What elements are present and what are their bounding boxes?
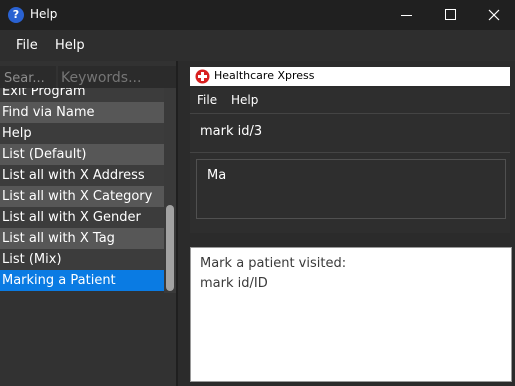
list-item-selected[interactable]: Marking a Patient bbox=[0, 270, 164, 291]
list-scrollbar-thumb[interactable] bbox=[166, 205, 174, 291]
list-item[interactable]: List (Default) bbox=[0, 144, 164, 165]
list-item[interactable]: List all with X Address bbox=[0, 165, 164, 186]
close-icon bbox=[488, 9, 500, 21]
maximize-button[interactable] bbox=[428, 0, 473, 30]
help-description-line: Mark a patient visited: bbox=[200, 256, 347, 271]
preview-menu-file: File bbox=[197, 93, 218, 107]
keywords-input[interactable] bbox=[58, 66, 176, 90]
search-input[interactable] bbox=[0, 66, 56, 90]
menu-help[interactable]: Help bbox=[55, 38, 85, 53]
list-item[interactable]: List all with X Category bbox=[0, 186, 164, 207]
help-description-box: Mark a patient visited: mark id/ID bbox=[190, 247, 512, 382]
preview-command-text: mark id/3 bbox=[200, 124, 263, 139]
command-list-pane: Exit Program Find via Name Help List (De… bbox=[0, 61, 176, 386]
list-item[interactable]: List all with X Tag bbox=[0, 228, 164, 249]
minimize-button[interactable] bbox=[384, 0, 429, 30]
close-button[interactable] bbox=[472, 0, 515, 30]
preview-menu-bar: File Help bbox=[190, 88, 510, 113]
list-item[interactable]: List (Mix) bbox=[0, 249, 164, 270]
help-app-icon: ? bbox=[8, 7, 24, 23]
list-item[interactable]: List all with X Gender bbox=[0, 207, 164, 228]
help-usage-line: mark id/ID bbox=[200, 276, 268, 291]
menu-bar: File Help bbox=[0, 30, 515, 61]
preview-menu-help: Help bbox=[231, 93, 259, 107]
preview-title-bar: Healthcare Xpress bbox=[190, 67, 510, 86]
red-cross-icon bbox=[195, 69, 210, 84]
list-item[interactable]: Exit Program bbox=[0, 88, 164, 102]
preview-result-box: Ma bbox=[196, 159, 506, 219]
list-item[interactable]: Find via Name bbox=[0, 102, 164, 123]
preview-result-text: Ma bbox=[207, 168, 227, 183]
list-item[interactable]: Help bbox=[0, 123, 164, 144]
title-bar: ? Help bbox=[0, 0, 515, 30]
command-list: Exit Program Find via Name Help List (De… bbox=[0, 88, 164, 293]
preview-app-title: Healthcare Xpress bbox=[214, 69, 315, 82]
window-title: Help bbox=[30, 7, 58, 21]
menu-file[interactable]: File bbox=[16, 38, 38, 53]
preview-command-box: mark id/3 bbox=[190, 114, 510, 152]
